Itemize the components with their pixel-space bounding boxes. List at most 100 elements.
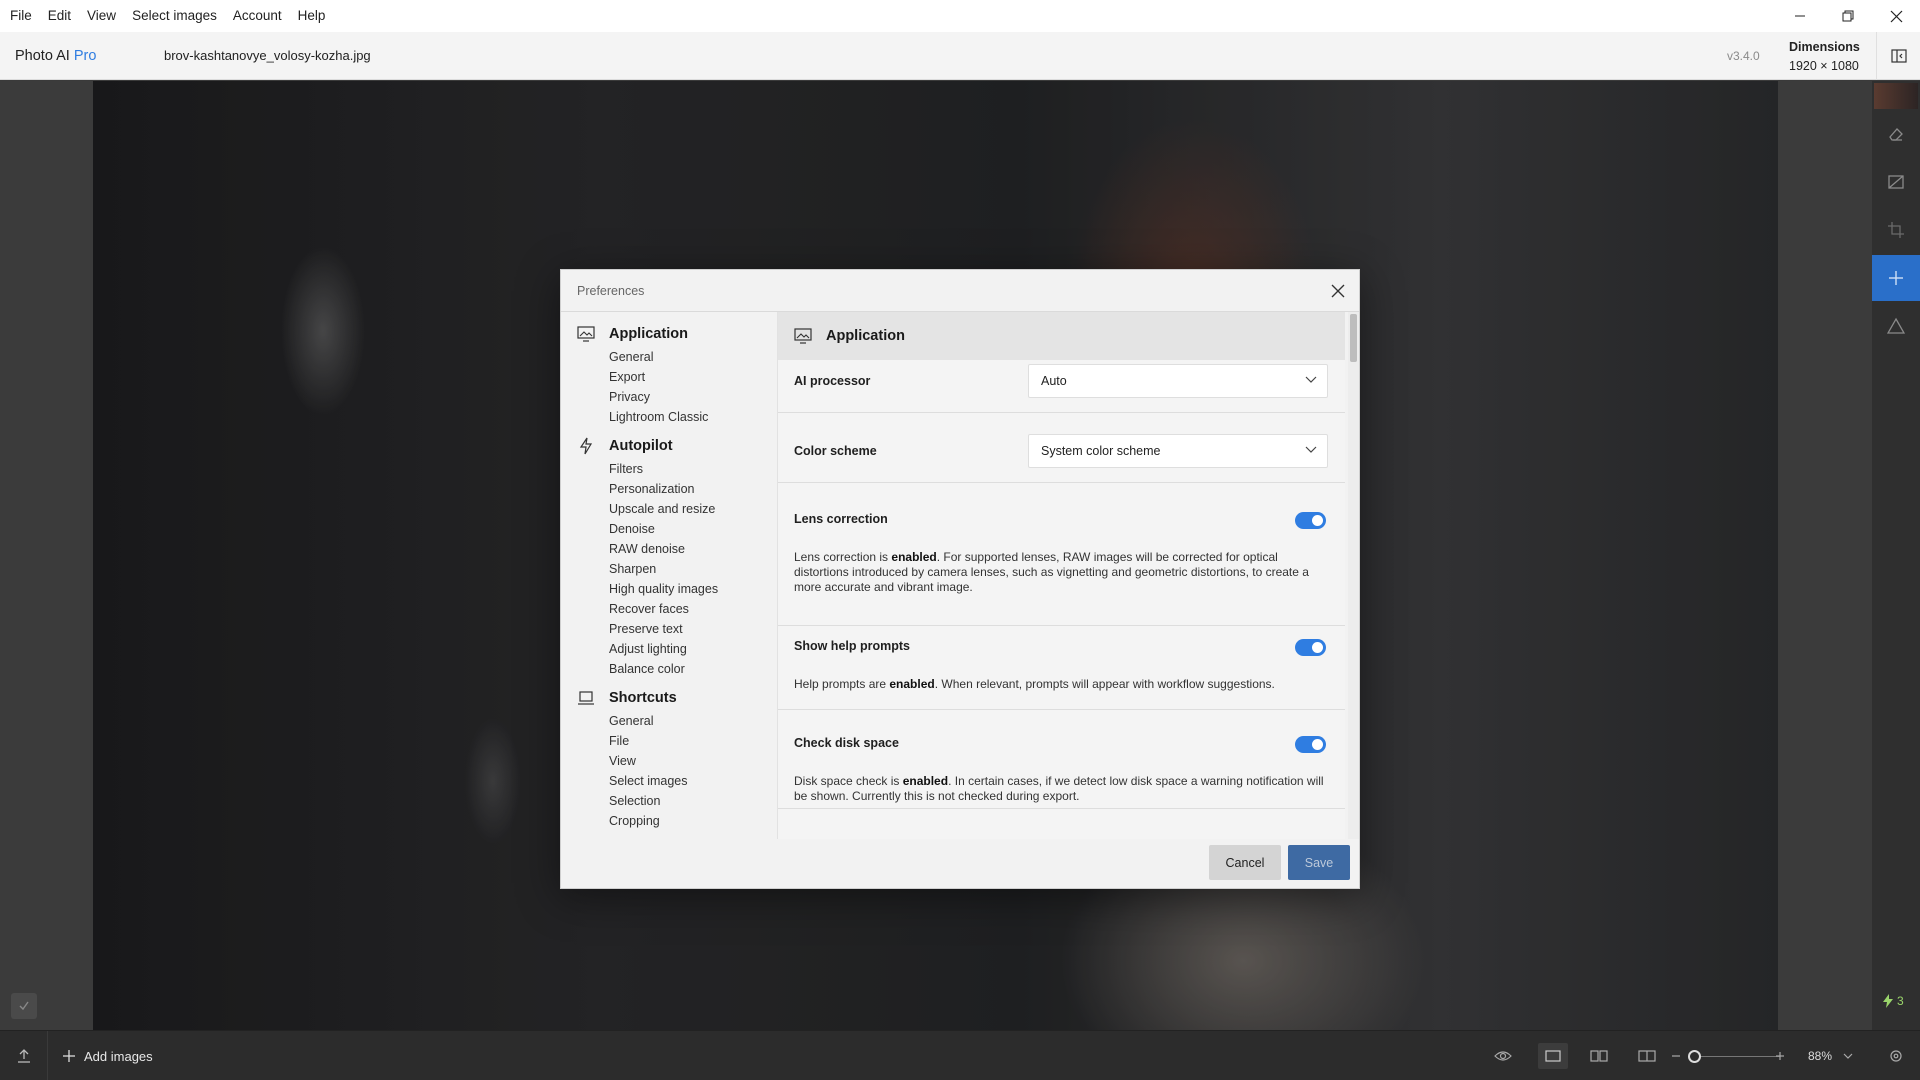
row-divider <box>778 482 1345 483</box>
lens-correction-label: Lens correction <box>794 512 888 526</box>
restore-icon <box>1842 10 1854 22</box>
disk-space-label: Check disk space <box>794 736 899 750</box>
dialog-title: Preferences <box>577 284 645 298</box>
content-scrollbar[interactable] <box>1348 312 1359 839</box>
nav-item-raw-denoise[interactable]: RAW denoise <box>609 541 685 557</box>
side-by-side-view-button[interactable] <box>1586 1043 1612 1069</box>
preferences-dialog: Preferences Application General Export P… <box>560 269 1360 889</box>
upload-button[interactable] <box>0 1031 48 1080</box>
split-view-button[interactable] <box>1634 1043 1660 1069</box>
chevron-down-icon <box>1843 1053 1853 1059</box>
menu-help[interactable]: Help <box>290 0 334 32</box>
help-prompts-toggle[interactable] <box>1295 639 1326 656</box>
scrollbar-thumb[interactable] <box>1350 314 1357 362</box>
menu-select-images[interactable]: Select images <box>124 0 225 32</box>
nav-section-shortcuts[interactable]: Shortcuts <box>577 689 677 707</box>
window-controls <box>1776 0 1920 32</box>
nav-item-adjust-lighting[interactable]: Adjust lighting <box>609 641 687 657</box>
nav-section-application[interactable]: Application <box>577 325 688 343</box>
save-button[interactable]: Save <box>1288 845 1350 880</box>
nav-item-shortcuts-selection[interactable]: Selection <box>609 793 660 809</box>
nav-item-privacy[interactable]: Privacy <box>609 389 650 405</box>
warning-tool-button[interactable] <box>1872 303 1920 349</box>
app-name-text: Photo AI <box>15 48 70 64</box>
settings-button[interactable] <box>1883 1043 1909 1069</box>
ai-processor-label: AI processor <box>794 374 871 388</box>
close-icon <box>1331 284 1345 298</box>
close-icon <box>1890 10 1902 22</box>
restore-button[interactable] <box>1824 0 1872 32</box>
dialog-close-button[interactable] <box>1327 280 1349 302</box>
single-view-button[interactable] <box>1538 1043 1568 1069</box>
add-images-button[interactable]: Add images <box>62 1031 153 1080</box>
nav-item-shortcuts-general[interactable]: General <box>609 713 653 729</box>
nav-item-lightroom-classic[interactable]: Lightroom Classic <box>609 409 708 425</box>
minimize-button[interactable] <box>1776 0 1824 32</box>
ai-processor-select[interactable]: Auto <box>1028 364 1328 398</box>
row-divider <box>778 625 1345 626</box>
chevron-down-icon <box>1305 446 1317 453</box>
zoom-dropdown-button[interactable] <box>1840 1043 1856 1069</box>
side-by-side-icon <box>1590 1050 1608 1062</box>
nav-section-autopilot[interactable]: Autopilot <box>577 437 673 455</box>
checkmark-icon <box>19 1001 29 1011</box>
right-tool-rail: 3 <box>1872 81 1920 1030</box>
toggle-knob <box>1312 642 1323 653</box>
credits-indicator: 3 <box>1882 994 1904 1008</box>
image-thumbnail[interactable] <box>1874 83 1918 109</box>
lens-correction-toggle[interactable] <box>1295 512 1326 529</box>
nav-section-label: Autopilot <box>609 438 673 454</box>
row-divider <box>778 412 1345 413</box>
desc-text: Lens correction is <box>794 550 892 564</box>
toggle-knob <box>1312 515 1323 526</box>
preview-toggle-button[interactable] <box>1490 1043 1516 1069</box>
eraser-tool-button[interactable] <box>1872 111 1920 157</box>
add-tool-button[interactable] <box>1872 255 1920 301</box>
menu-file[interactable]: File <box>0 0 40 32</box>
menu-view[interactable]: View <box>79 0 124 32</box>
color-scheme-select[interactable]: System color scheme <box>1028 434 1328 468</box>
ai-processor-value: Auto <box>1041 374 1067 388</box>
sidebar-panel-icon <box>1890 49 1907 63</box>
nav-item-personalization[interactable]: Personalization <box>609 481 694 497</box>
bottom-bar: Add images 88% <box>0 1030 1920 1080</box>
menu-account[interactable]: Account <box>225 0 290 32</box>
desc-text: Disk space check is <box>794 774 903 788</box>
nav-item-upscale-resize[interactable]: Upscale and resize <box>609 501 715 517</box>
nav-item-shortcuts-cropping[interactable]: Cropping <box>609 813 660 829</box>
nav-item-shortcuts-file[interactable]: File <box>609 733 629 749</box>
dimensions-label: Dimensions <box>1789 40 1860 54</box>
menu-bar: File Edit View Select images Account Hel… <box>0 0 1920 32</box>
adjust-tool-button[interactable] <box>1872 159 1920 205</box>
nav-item-preserve-text[interactable]: Preserve text <box>609 621 683 637</box>
zoom-slider-handle[interactable] <box>1688 1050 1701 1063</box>
select-checkbox[interactable] <box>11 993 37 1019</box>
credits-count: 3 <box>1897 994 1904 1008</box>
zoom-out-button[interactable] <box>1668 1043 1684 1069</box>
split-view-icon <box>1638 1050 1656 1062</box>
plus-icon <box>1776 1052 1784 1060</box>
header-bar: Photo AI Pro brov-kashtanovye_volosy-kozh… <box>0 32 1920 80</box>
desc-text: . When relevant, prompts will appear wit… <box>934 677 1275 691</box>
zoom-slider-track[interactable] <box>1688 1056 1780 1057</box>
close-window-button[interactable] <box>1872 0 1920 32</box>
zoom-level[interactable]: 88% <box>1808 1031 1832 1080</box>
menu-edit[interactable]: Edit <box>40 0 79 32</box>
nav-item-denoise[interactable]: Denoise <box>609 521 655 537</box>
nav-item-high-quality-images[interactable]: High quality images <box>609 581 718 597</box>
help-prompts-description: Help prompts are enabled. When relevant,… <box>794 677 1334 692</box>
nav-item-shortcuts-select-images[interactable]: Select images <box>609 773 688 789</box>
crop-tool-button[interactable] <box>1872 207 1920 253</box>
cancel-button[interactable]: Cancel <box>1209 845 1281 880</box>
desc-text: Help prompts are <box>794 677 890 691</box>
nav-item-shortcuts-view[interactable]: View <box>609 753 636 769</box>
panel-toggle-button[interactable] <box>1876 32 1920 80</box>
nav-item-balance-color[interactable]: Balance color <box>609 661 685 677</box>
nav-item-sharpen[interactable]: Sharpen <box>609 561 656 577</box>
nav-item-recover-faces[interactable]: Recover faces <box>609 601 689 617</box>
nav-item-filters[interactable]: Filters <box>609 461 643 477</box>
nav-item-general[interactable]: General <box>609 349 653 365</box>
nav-item-export[interactable]: Export <box>609 369 645 385</box>
disk-space-toggle[interactable] <box>1295 736 1326 753</box>
zoom-in-button[interactable] <box>1772 1043 1788 1069</box>
